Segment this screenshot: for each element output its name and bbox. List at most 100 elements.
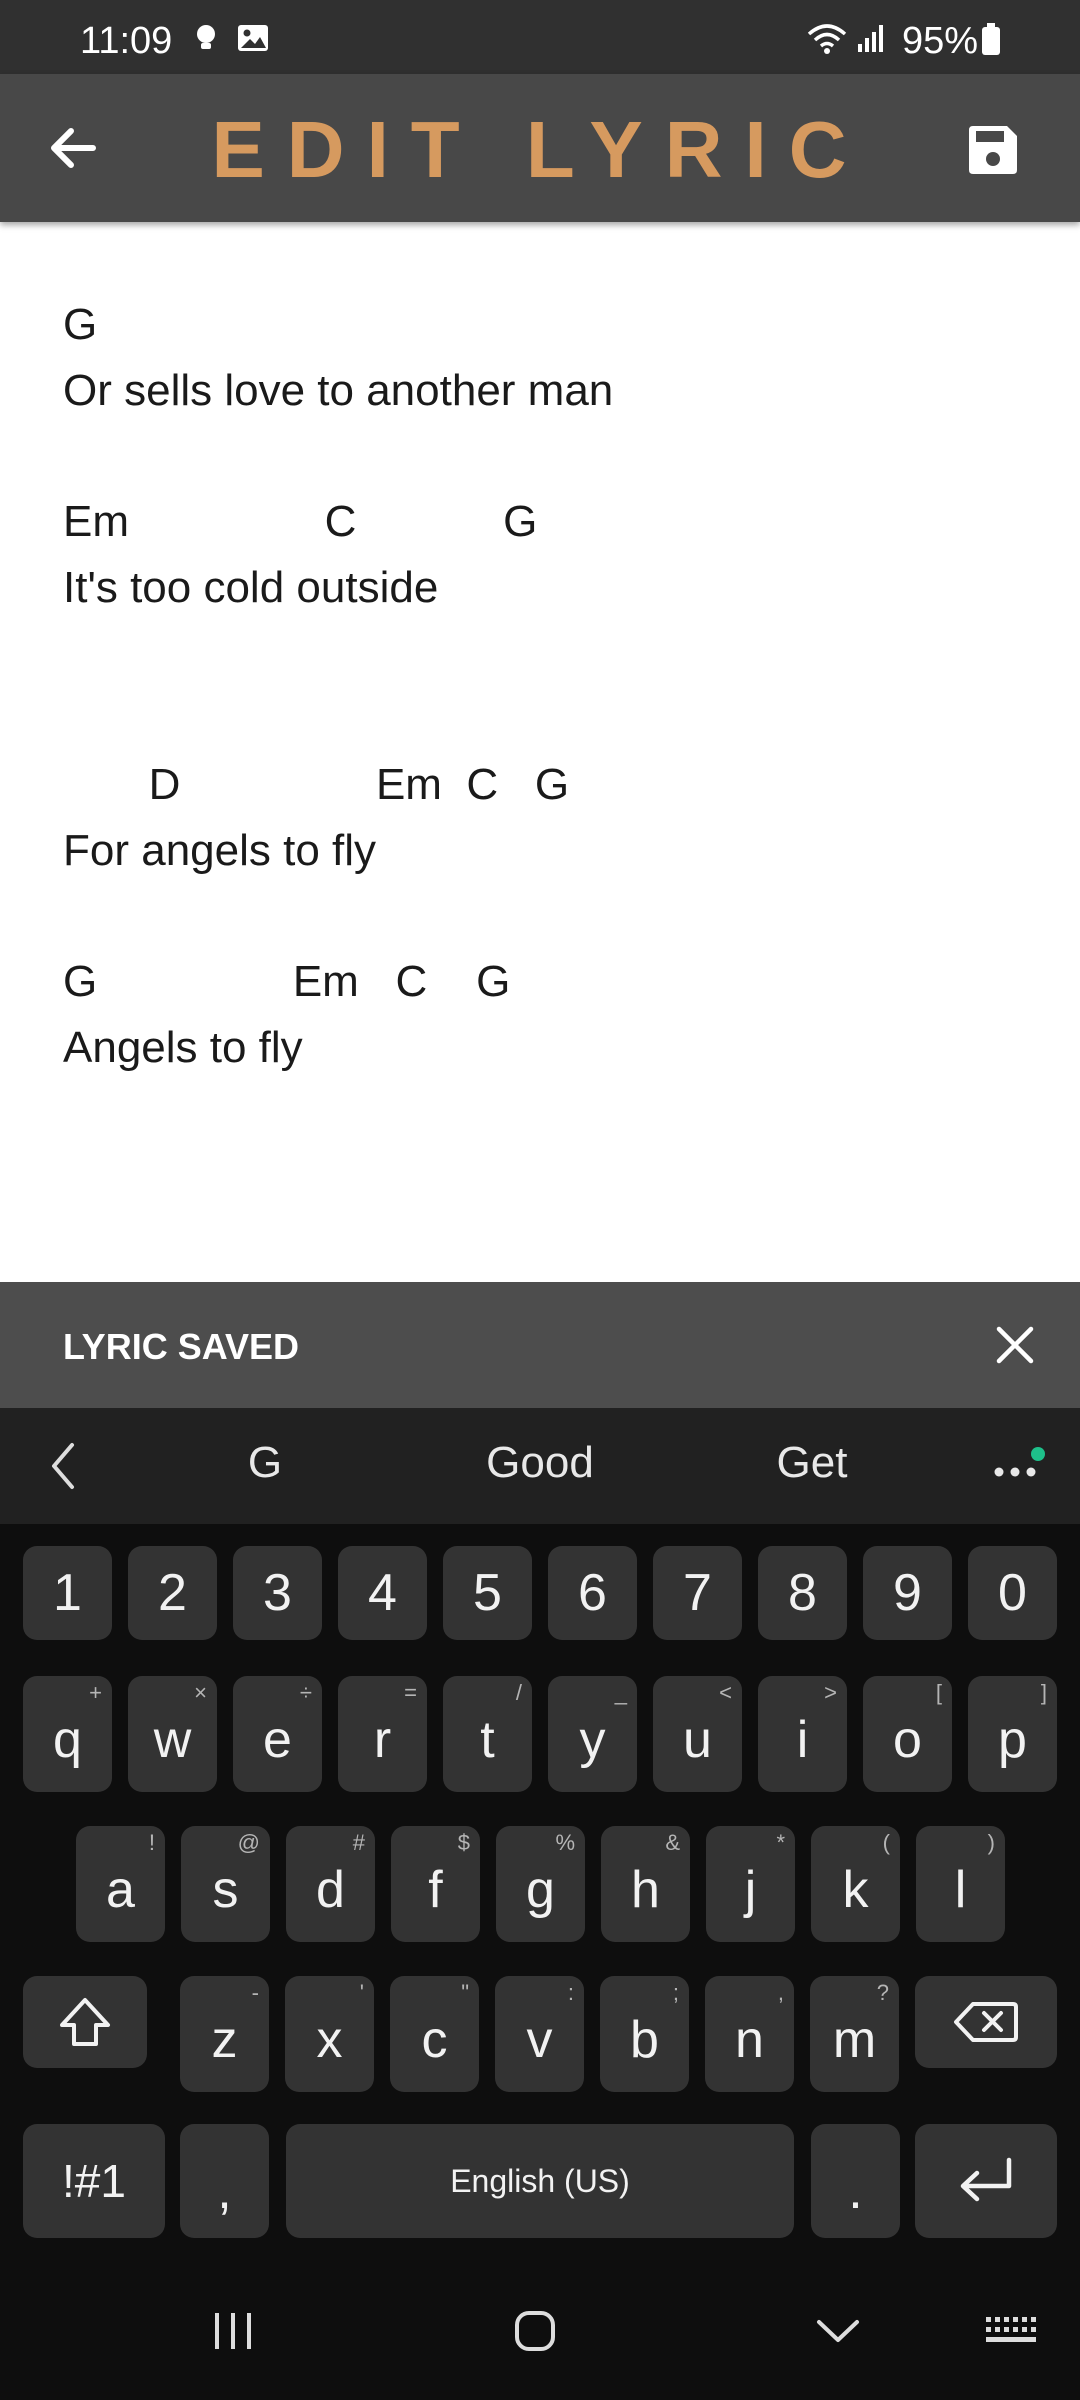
key-j[interactable]: * j xyxy=(706,1826,795,1942)
suggestion-3[interactable]: Get xyxy=(702,1438,922,1488)
enter-key[interactable] xyxy=(915,2124,1057,2238)
key-t-label: t xyxy=(480,1711,495,1769)
wifi-icon xyxy=(806,22,848,61)
key-m[interactable]: ? m xyxy=(810,1976,899,2092)
key-4-label: 4 xyxy=(368,1564,397,1622)
space-key-label: English (US) xyxy=(450,2162,630,2199)
comma-key[interactable]: , xyxy=(180,2124,269,2238)
key-v[interactable]: :v xyxy=(495,1976,584,2092)
key-q[interactable]: + q xyxy=(23,1676,112,1792)
key-d-hint: # xyxy=(352,1830,365,1855)
key-e-label: e xyxy=(263,1711,292,1769)
save-icon xyxy=(969,126,1017,174)
space-key[interactable]: English (US) xyxy=(286,2124,794,2238)
key-u[interactable]: < u xyxy=(653,1676,742,1792)
key-1[interactable]: 1 xyxy=(23,1546,112,1640)
key-n-label: n xyxy=(735,2011,764,2069)
hide-keyboard-icon xyxy=(817,2320,859,2342)
key-z[interactable]: -z xyxy=(180,1976,269,2092)
key-n[interactable]: ,n xyxy=(705,1976,794,2092)
suggestion-more-button[interactable] xyxy=(980,1434,1050,1494)
bulb-icon xyxy=(192,22,220,59)
suggestion-2[interactable]: Good xyxy=(430,1438,650,1488)
key-e-hint: ÷ xyxy=(299,1680,312,1705)
key-h[interactable]: & h xyxy=(601,1826,690,1942)
key-9[interactable]: 9 xyxy=(863,1546,952,1640)
key-p[interactable]: ] p xyxy=(968,1676,1057,1792)
key-c-label: c xyxy=(421,2011,448,2069)
keyboard: 1234567890 + q × w ÷ e = r / t _ y < u > i[o] p ! a @ s # d $ f… xyxy=(0,1524,1080,2260)
symbols-key-label: !#1 xyxy=(62,2155,126,2207)
key-e[interactable]: ÷ e xyxy=(233,1676,322,1792)
key-b-label: b xyxy=(630,2011,659,2069)
key-f[interactable]: $ f xyxy=(391,1826,480,1942)
suggestion-1[interactable]: G xyxy=(155,1438,375,1488)
key-w-hint: × xyxy=(194,1680,207,1705)
save-button[interactable] xyxy=(950,110,1036,190)
key-r-hint: = xyxy=(404,1680,417,1705)
key-b-hint: ; xyxy=(672,1980,679,2005)
key-i[interactable]: > i xyxy=(758,1676,847,1792)
key-i-hint: > xyxy=(824,1680,837,1705)
key-k[interactable]: (k xyxy=(811,1826,900,1942)
lyric-text-area[interactable]: G Or sells love to another man Em C G It… xyxy=(63,292,613,1282)
key-p-hint: ] xyxy=(1040,1680,1047,1705)
snackbar-message: LYRIC SAVED xyxy=(63,1326,300,1367)
key-c-hint: " xyxy=(461,1980,469,2005)
key-3-label: 3 xyxy=(263,1564,292,1622)
key-y-label: y xyxy=(579,1711,606,1769)
key-s[interactable]: @ s xyxy=(181,1826,270,1942)
key-2[interactable]: 2 xyxy=(128,1546,217,1640)
key-g[interactable]: % g xyxy=(496,1826,585,1942)
key-9-label: 9 xyxy=(893,1564,922,1622)
key-z-label: z xyxy=(211,2011,238,2069)
shift-icon xyxy=(60,1998,110,2046)
home-button[interactable] xyxy=(490,2296,580,2366)
key-d-label: d xyxy=(316,1861,345,1919)
key-4[interactable]: 4 xyxy=(338,1546,427,1640)
key-s-hint: @ xyxy=(237,1830,260,1855)
key-o[interactable]: [o xyxy=(863,1676,952,1792)
key-w-label: w xyxy=(153,1711,192,1769)
key-m-hint: ? xyxy=(876,1980,889,2005)
key-s-label: s xyxy=(212,1861,239,1919)
period-key[interactable]: . xyxy=(811,2124,900,2238)
battery-percentage: 95% xyxy=(902,20,979,62)
key-7[interactable]: 7 xyxy=(653,1546,742,1640)
key-p-label: p xyxy=(998,1711,1027,1769)
key-3[interactable]: 3 xyxy=(233,1546,322,1640)
key-a-hint: ! xyxy=(148,1830,155,1855)
key-5-label: 5 xyxy=(473,1564,502,1622)
key-y[interactable]: _ y xyxy=(548,1676,637,1792)
key-t[interactable]: / t xyxy=(443,1676,532,1792)
suggestion-bar: G Good Get xyxy=(0,1408,1080,1524)
key-f-label: f xyxy=(428,1861,443,1919)
snackbar-close-button[interactable] xyxy=(980,1310,1050,1380)
key-6[interactable]: 6 xyxy=(548,1546,637,1640)
key-r[interactable]: = r xyxy=(338,1676,427,1792)
recent-apps-button[interactable] xyxy=(188,2296,278,2366)
suggestion-back-button[interactable] xyxy=(28,1436,98,1496)
shift-key[interactable] xyxy=(23,1976,147,2068)
key-l[interactable]: ) l xyxy=(916,1826,1005,1942)
key-a[interactable]: ! a xyxy=(76,1826,165,1942)
lyric-editor[interactable]: G Or sells love to another man Em C G It… xyxy=(0,222,1080,1282)
key-l-hint: ) xyxy=(987,1830,995,1855)
key-d[interactable]: # d xyxy=(286,1826,375,1942)
key-x[interactable]: ' x xyxy=(285,1976,374,2092)
symbols-key[interactable]: !#1 xyxy=(23,2124,165,2238)
signal-icon xyxy=(856,22,888,59)
enter-icon xyxy=(960,2157,1012,2202)
backspace-icon xyxy=(954,2002,1018,2042)
key-a-label: a xyxy=(106,1861,135,1919)
key-w[interactable]: × w xyxy=(128,1676,217,1792)
comma-key-label: , xyxy=(217,2162,232,2220)
backspace-key[interactable] xyxy=(915,1976,1057,2068)
key-0[interactable]: 0 xyxy=(968,1546,1057,1640)
key-8[interactable]: 8 xyxy=(758,1546,847,1640)
key-5[interactable]: 5 xyxy=(443,1546,532,1640)
keyboard-switch-button[interactable] xyxy=(966,2296,1056,2366)
hide-keyboard-button[interactable] xyxy=(793,2296,883,2366)
key-c[interactable]: " c xyxy=(390,1976,479,2092)
key-b[interactable]: ; b xyxy=(600,1976,689,2092)
